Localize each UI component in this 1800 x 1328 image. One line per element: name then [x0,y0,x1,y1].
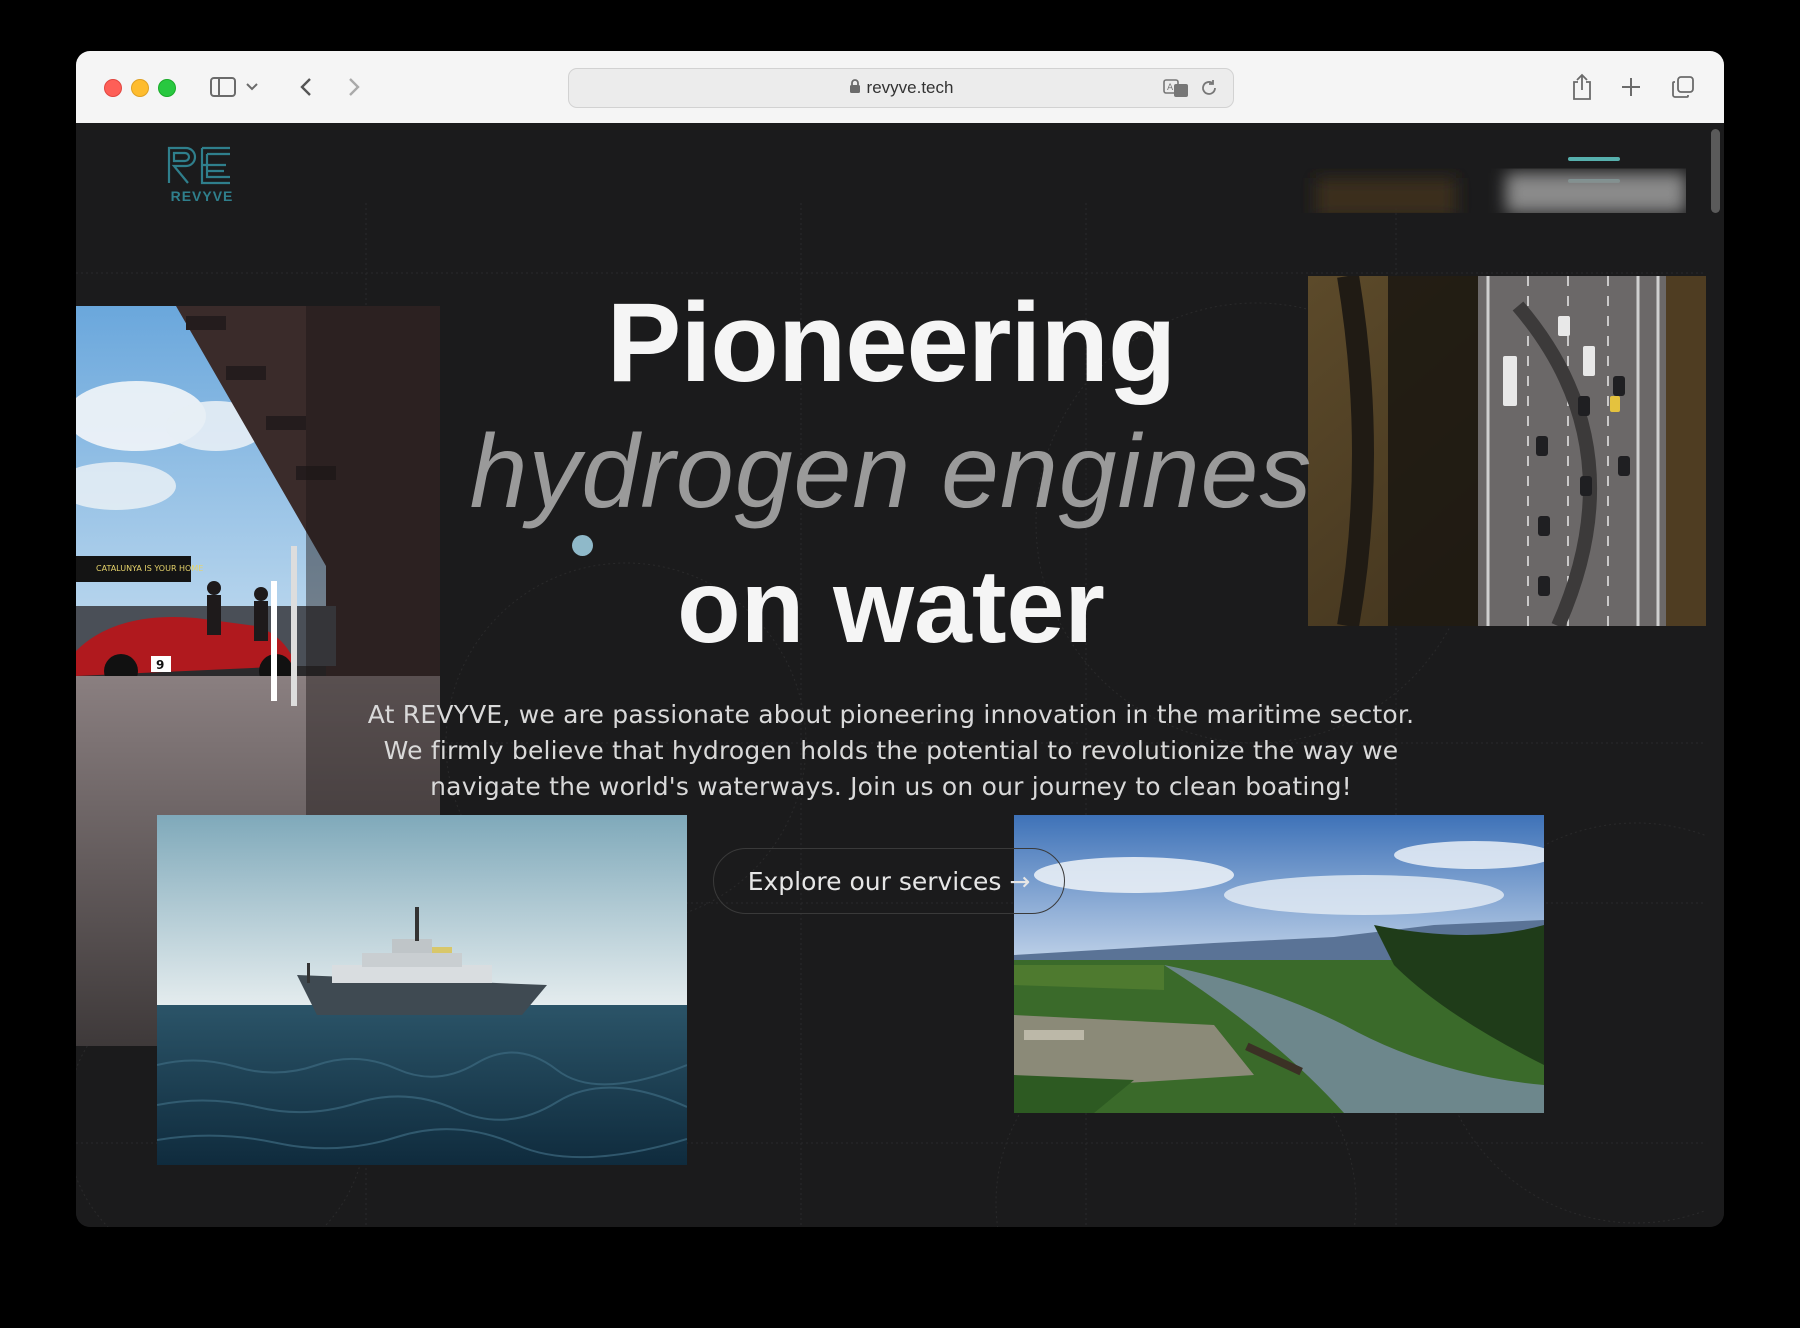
explore-services-button[interactable]: Explore our services → [713,848,1065,914]
chevron-down-icon[interactable] [244,71,260,103]
river-valley-image [1014,815,1544,1113]
reload-icon[interactable] [1199,78,1219,103]
revyve-logo[interactable]: REVYVE [166,145,238,204]
headline-hydrogen-engines: hydrogen engines [469,414,1313,530]
header-blur-strip [1286,163,1686,213]
yacht-at-sea-image [157,815,687,1165]
browser-window: revyve.tech A REVYVE CATALUNYA IS YOUR H… [76,51,1724,1227]
browser-toolbar: revyve.tech A [76,51,1724,124]
address-bar[interactable]: revyve.tech A [568,68,1234,108]
headline-on-water: on water [677,549,1105,665]
lock-icon [849,70,861,108]
web-page: REVYVE CATALUNYA IS YOUR HOME 9 Pioneeri… [76,123,1724,1227]
zoom-window-button[interactable] [158,79,176,97]
logo-mark-icon [167,146,230,185]
forward-arrow-icon[interactable] [344,71,364,103]
svg-text:A: A [1167,83,1174,93]
headline-pioneering: Pioneering [606,280,1177,405]
intro-paragraph: At REVYVE, we are passionate about pione… [367,700,1415,801]
sidebar-toggle-icon[interactable] [208,71,238,103]
translate-icon[interactable]: A [1163,78,1189,103]
new-tab-icon[interactable] [1619,71,1643,103]
tab-overview-icon[interactable] [1670,71,1696,103]
share-icon[interactable] [1570,71,1594,103]
page-scrollbar[interactable] [1711,129,1720,213]
minimize-window-button[interactable] [131,79,149,97]
logo-wordmark: REVYVE [170,188,234,204]
back-arrow-icon[interactable] [296,71,316,103]
close-window-button[interactable] [104,79,122,97]
url-text: revyve.tech [866,78,954,97]
